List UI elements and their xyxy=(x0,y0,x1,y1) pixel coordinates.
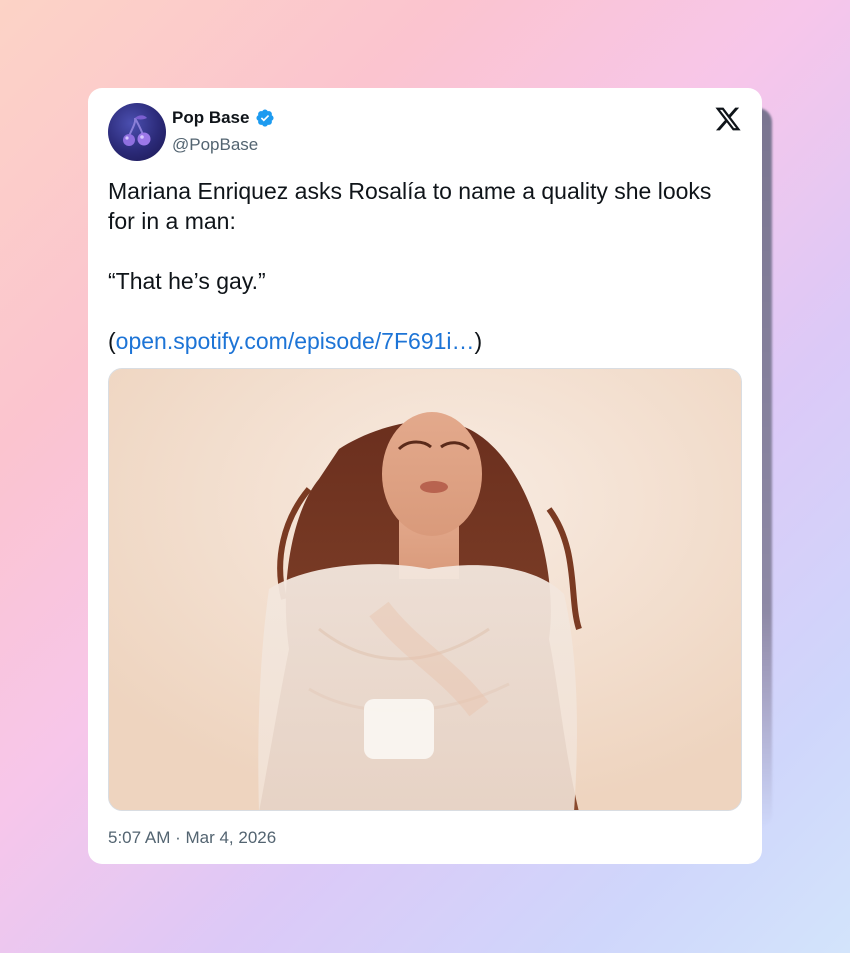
tweet-timestamp[interactable]: 5:07 AM · Mar 4, 2026 xyxy=(108,828,276,848)
photo-illustration xyxy=(109,369,741,810)
cherry-icon xyxy=(123,115,151,146)
avatar[interactable] xyxy=(108,103,166,161)
tweet-link-line: (open.spotify.com/episode/7F691i…) xyxy=(108,326,738,356)
tweet-image[interactable] xyxy=(108,368,742,811)
spotify-link[interactable]: open.spotify.com/episode/7F691i… xyxy=(116,328,475,354)
author-row: Pop Base xyxy=(172,108,275,128)
author-handle[interactable]: @PopBase xyxy=(172,135,258,155)
tweet-line: Mariana Enriquez asks Rosalía to name a … xyxy=(108,178,712,234)
tweet-quote: “That he’s gay.” xyxy=(108,268,266,294)
tweet-card: Pop Base @PopBase Mariana Enriquez asks … xyxy=(88,88,762,864)
link-open-paren: ( xyxy=(108,328,116,354)
tweet-text: Mariana Enriquez asks Rosalía to name a … xyxy=(108,176,738,356)
x-logo-icon[interactable] xyxy=(714,105,742,133)
author-name[interactable]: Pop Base xyxy=(172,108,249,128)
link-close-paren: ) xyxy=(474,328,483,354)
verified-badge-icon xyxy=(256,109,275,127)
